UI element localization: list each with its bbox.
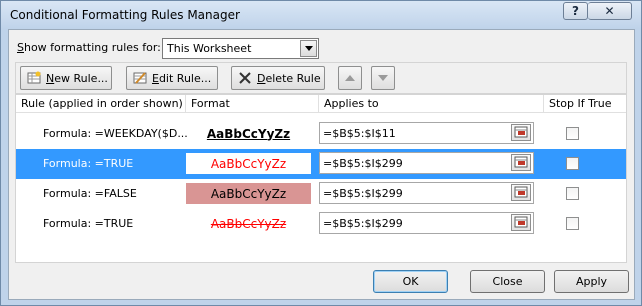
title-close-button[interactable]: ✕: [588, 2, 632, 20]
applies-to-value: =$B$5:$I$299: [323, 157, 403, 170]
rules-toolbar: New Rule... Edit Rule... Delete Rule: [15, 62, 627, 94]
rule-text: Formula: =WEEKDAY($D...: [43, 127, 188, 140]
new-rule-label: New Rule...: [46, 71, 108, 85]
title-bar[interactable]: Conditional Formatting Rules Manager ? ✕: [1, 1, 641, 29]
delete-icon: [238, 71, 252, 85]
close-icon: ✕: [604, 4, 615, 18]
applies-to-field[interactable]: =$B$5:$I$299: [319, 212, 534, 234]
show-rules-label: Show formatting rules for:: [17, 41, 161, 54]
move-up-button[interactable]: [338, 66, 362, 90]
stop-if-true-checkbox[interactable]: [566, 187, 579, 200]
stop-if-true-checkbox[interactable]: [566, 127, 579, 140]
rule-row-4[interactable]: Formula: =TRUE AaBbCcYyZz =$B$5:$I$299: [16, 209, 626, 239]
collapse-dialog-button[interactable]: [511, 124, 531, 141]
applies-to-field[interactable]: =$B$5:$I$11: [319, 122, 534, 144]
apply-button[interactable]: Apply: [554, 270, 629, 293]
rule-row-2[interactable]: Formula: =TRUE AaBbCcYyZz =$B$5:$I$299: [16, 149, 626, 179]
help-button[interactable]: ?: [563, 2, 588, 20]
new-rule-icon: [27, 71, 41, 85]
applies-to-value: =$B$5:$I$11: [323, 127, 396, 140]
edit-rule-label: Edit Rule...: [152, 71, 212, 85]
rule-text: Formula: =TRUE: [43, 217, 134, 230]
close-button[interactable]: Close: [470, 270, 545, 293]
rule-text: Formula: =FALSE: [43, 187, 137, 200]
rule-row-1[interactable]: Formula: =WEEKDAY($D... AaBbCcYyZz =$B$5…: [16, 119, 626, 149]
format-preview: AaBbCcYyZz: [210, 216, 287, 231]
range-select-icon: [514, 126, 528, 138]
ok-button[interactable]: OK: [373, 270, 448, 293]
move-down-button[interactable]: [371, 66, 395, 90]
applies-to-field[interactable]: =$B$5:$I$299: [319, 182, 534, 204]
column-header-applies-to[interactable]: Applies to: [319, 95, 544, 113]
edit-rule-button[interactable]: Edit Rule...: [126, 66, 218, 90]
rule-text: Formula: =TRUE: [43, 157, 134, 170]
move-down-icon: [378, 75, 388, 81]
rules-grid: Rule (applied in order shown) Format App…: [15, 94, 627, 263]
stop-if-true-checkbox[interactable]: [566, 157, 579, 170]
range-select-icon: [514, 186, 528, 198]
rule-row-3[interactable]: Formula: =FALSE AaBbCcYyZz =$B$5:$I$299: [16, 179, 626, 209]
range-select-icon: [514, 156, 528, 168]
stop-if-true-checkbox[interactable]: [566, 217, 579, 230]
range-select-icon: [514, 216, 528, 228]
edit-rule-icon: [133, 71, 147, 85]
new-rule-button[interactable]: New Rule...: [20, 66, 112, 90]
applies-to-value: =$B$5:$I$299: [323, 187, 403, 200]
column-header-format[interactable]: Format: [186, 95, 319, 113]
collapse-dialog-button[interactable]: [511, 214, 531, 231]
column-header-rule[interactable]: Rule (applied in order shown): [16, 95, 186, 113]
move-up-icon: [345, 75, 355, 81]
collapse-dialog-button[interactable]: [511, 184, 531, 201]
chevron-down-icon[interactable]: [300, 40, 317, 57]
collapse-dialog-button[interactable]: [511, 154, 531, 171]
dialog-window: Conditional Formatting Rules Manager ? ✕…: [0, 0, 642, 306]
show-rules-selected: This Worksheet: [167, 42, 252, 55]
applies-to-value: =$B$5:$I$299: [323, 217, 403, 230]
help-icon: ?: [572, 4, 579, 18]
format-preview: AaBbCcYyZz: [206, 126, 291, 141]
delete-rule-button[interactable]: Delete Rule: [231, 66, 325, 90]
applies-to-field[interactable]: =$B$5:$I$299: [319, 152, 534, 174]
dialog-client-area: Show formatting rules for: This Workshee…: [8, 29, 635, 300]
format-preview: AaBbCcYyZz: [186, 153, 311, 174]
show-rules-dropdown[interactable]: This Worksheet: [162, 38, 319, 59]
column-header-stop-if-true[interactable]: Stop If True: [544, 95, 626, 113]
delete-rule-label: Delete Rule: [257, 71, 321, 85]
window-title: Conditional Formatting Rules Manager: [10, 8, 240, 22]
format-preview: AaBbCcYyZz: [186, 183, 311, 204]
